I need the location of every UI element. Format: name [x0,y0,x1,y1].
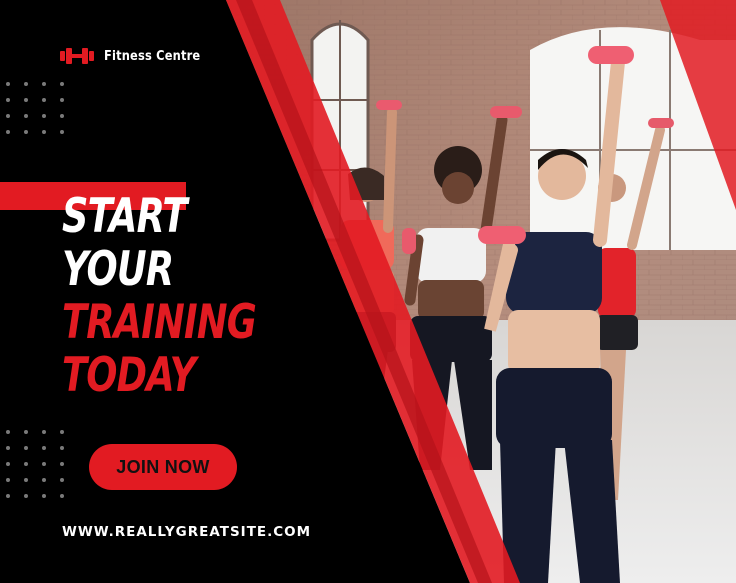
dumbbell-icon [60,48,94,64]
headline: START YOUR TRAINING TODAY [62,189,257,403]
join-now-button[interactable]: JOIN NOW [89,444,237,490]
headline-line-4: TODAY [62,348,196,403]
brand-name: Fitness Centre [104,48,201,64]
website-url[interactable]: WWW.REALLYGREATSITE.COM [62,524,311,540]
headline-line-3: TRAINING [62,295,257,350]
dot-pattern-top [6,82,64,134]
dot-pattern-bottom [6,430,64,498]
brand: Fitness Centre [60,48,213,64]
fitness-banner: Fitness Centre START YOUR TRAINING TODAY… [0,0,736,583]
headline-line-1: START [62,189,187,244]
headline-line-2: YOUR [62,242,174,297]
